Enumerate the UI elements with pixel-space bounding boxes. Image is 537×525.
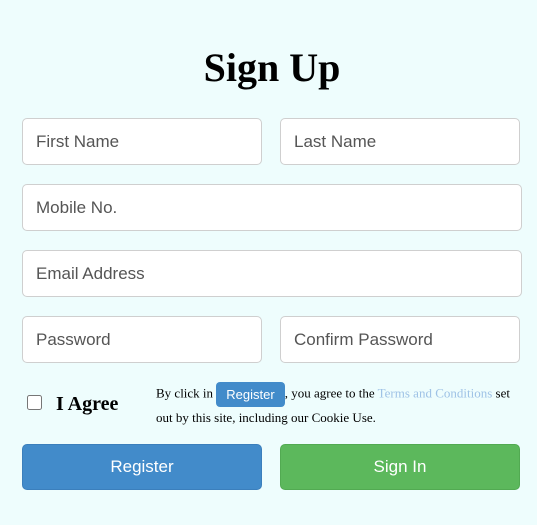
terms-middle: , you agree to the xyxy=(284,385,375,401)
page-title: Sign Up xyxy=(203,45,341,90)
sign-in-button[interactable]: Sign In xyxy=(280,444,520,490)
mobile-field[interactable] xyxy=(22,184,522,231)
password-field[interactable] xyxy=(22,316,262,363)
agree-label: I Agree xyxy=(56,393,119,415)
terms-prefix: By click in xyxy=(156,385,214,401)
inline-register-button[interactable]: Register xyxy=(216,382,285,407)
agree-checkbox[interactable] xyxy=(27,395,42,410)
terms-link[interactable]: Terms and Conditions xyxy=(378,385,493,400)
last-name-field[interactable] xyxy=(280,118,520,165)
email-field[interactable] xyxy=(22,250,522,297)
first-name-field[interactable] xyxy=(22,118,262,165)
confirm-password-field[interactable] xyxy=(280,316,520,363)
terms-text: By click in Register, you agree to the T… xyxy=(156,382,516,429)
register-button[interactable]: Register xyxy=(22,444,262,490)
